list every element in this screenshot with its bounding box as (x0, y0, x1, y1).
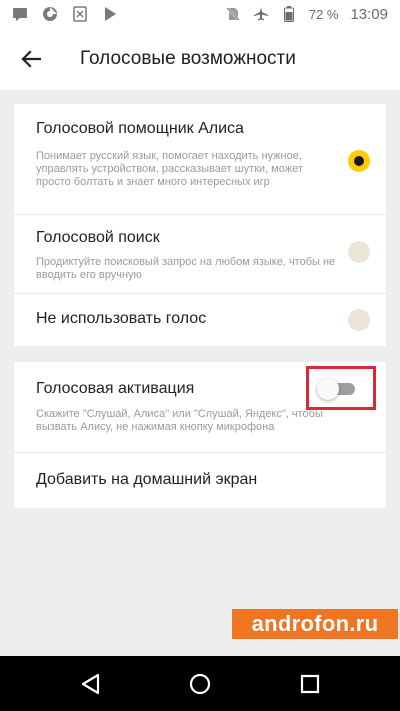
square-recents-icon (300, 674, 320, 694)
radio-no-voice[interactable] (348, 309, 370, 331)
radio-alice[interactable] (348, 150, 370, 172)
crossed-file-icon (72, 6, 88, 22)
toggle-highlight (306, 366, 376, 410)
voice-activation-row[interactable]: Голосовая активация Скажите "Слушай, Али… (14, 362, 386, 452)
app-bar: Голосовые возможности (0, 28, 400, 90)
nav-home-button[interactable] (186, 670, 214, 698)
watermark: androfon.ru (232, 609, 398, 639)
add-to-home-title: Добавить на домашний экран (36, 471, 258, 488)
airplane-mode-icon (253, 6, 269, 22)
option-title: Голосовой помощник Алиса (36, 120, 244, 137)
message-icon (12, 6, 28, 22)
navigation-bar (0, 656, 400, 711)
option-description: Понимает русский язык, помогает находить… (36, 150, 303, 188)
option-description: Продиктуйте поисковый запрос на любом яз… (36, 256, 336, 281)
status-bar: 72 % 13:09 (0, 0, 400, 28)
nav-recents-button[interactable] (296, 670, 324, 698)
battery-level: 72 % (308, 6, 339, 22)
no-sim-icon (225, 6, 241, 22)
clock: 13:09 (350, 5, 388, 23)
play-store-icon (102, 6, 118, 22)
option-no-voice[interactable]: Не использовать голос (14, 294, 386, 346)
radio-voice-search[interactable] (348, 241, 370, 263)
activation-title: Голосовая активация (36, 380, 195, 397)
chrome-like-icon (42, 6, 58, 22)
activation-description: Скажите "Слушай, Алиса" или "Слушай, Янд… (36, 408, 323, 433)
activation-card: Голосовая активация Скажите "Слушай, Али… (14, 362, 386, 508)
circle-home-icon (189, 673, 211, 695)
option-title: Не использовать голос (36, 310, 207, 327)
triangle-back-icon (81, 673, 100, 695)
option-alice[interactable]: Голосовой помощник Алиса Понимает русски… (14, 104, 386, 214)
option-title: Голосовой поиск (36, 229, 160, 246)
option-voice-search[interactable]: Голосовой поиск Продиктуйте поисковый за… (14, 215, 386, 293)
page-title: Голосовые возможности (80, 48, 296, 69)
arrow-left-icon (21, 50, 41, 68)
activation-toggle[interactable] (317, 378, 339, 400)
back-button[interactable] (19, 47, 43, 71)
voice-options-card: Голосовой помощник Алиса Понимает русски… (14, 104, 386, 346)
add-to-home-row[interactable]: Добавить на домашний экран (14, 453, 386, 508)
battery-icon (281, 6, 297, 22)
nav-back-button[interactable] (76, 670, 104, 698)
